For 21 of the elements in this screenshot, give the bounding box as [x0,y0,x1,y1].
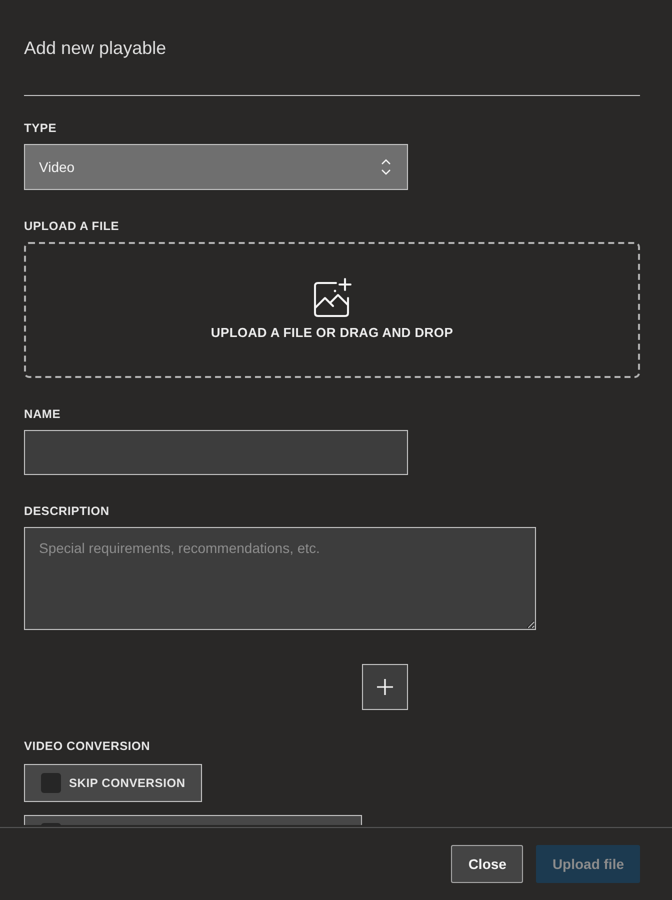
description-label: DESCRIPTION [24,503,110,519]
checkbox[interactable] [41,823,61,826]
name-field[interactable] [24,430,408,475]
image-add-icon [314,278,352,317]
close-button[interactable]: Close [451,845,524,883]
add-button[interactable] [362,664,408,710]
checkbox-option[interactable] [24,815,362,825]
plus-icon [377,679,393,695]
checkbox-option[interactable]: SKIP CONVERSION [24,764,202,802]
up-down-chevron-icon [381,159,391,175]
dialog-title: Add new playable [24,37,166,60]
upload-prompt: UPLOAD A FILE OR DRAG AND DROP [210,325,454,341]
type-select[interactable]: Video [24,144,408,190]
name-label: NAME [24,406,61,422]
checkbox[interactable] [41,773,61,793]
type-label: TYPE [24,120,57,136]
video-conversion-label: VIDEO CONVERSION [24,738,150,754]
description-field[interactable]: Special requirements, recommendations, etc. [24,527,536,630]
upload-dropzone[interactable]: UPLOAD A FILE OR DRAG AND DROP [24,242,640,378]
upload-label: UPLOAD A FILE [24,218,120,234]
select-value: Video [39,159,75,175]
